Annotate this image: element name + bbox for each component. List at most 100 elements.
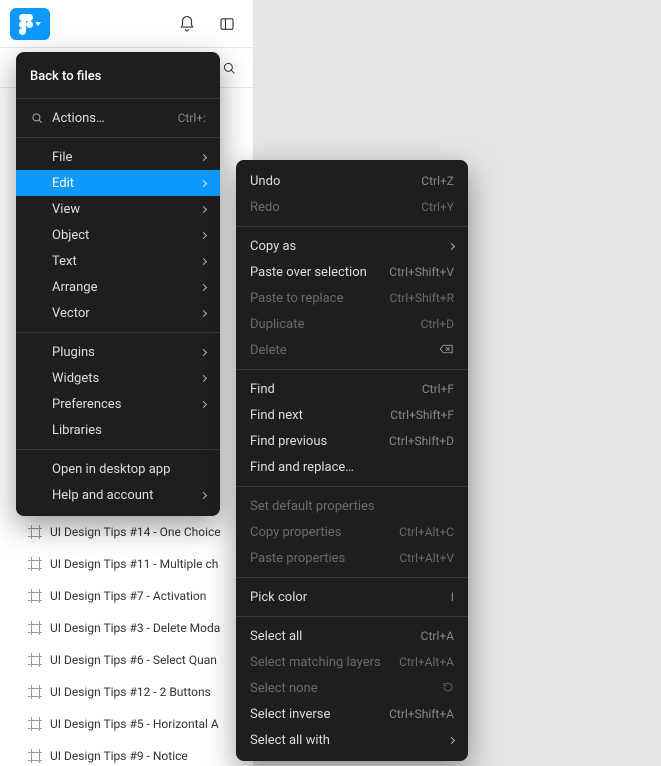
menu-item-label: Select none	[250, 681, 430, 696]
menu-actions[interactable]: Actions… Ctrl+:	[16, 105, 220, 131]
menu-item-label: Actions…	[52, 111, 170, 126]
menu-shortcut: Ctrl+Shift+D	[389, 434, 454, 448]
search-icon	[30, 111, 44, 125]
edit-item-select-inverse[interactable]: Select inverseCtrl+Shift+A	[236, 701, 468, 727]
chevron-right-icon	[200, 205, 207, 212]
menu-item-text[interactable]: Text	[16, 248, 220, 274]
menu-item-label: File	[52, 150, 193, 165]
chevron-right-icon	[448, 736, 455, 743]
menu-shortcut: Ctrl+A	[421, 629, 454, 643]
frame-icon	[28, 557, 42, 571]
layer-row[interactable]: UI Design Tips #3 - Delete Moda	[0, 612, 253, 644]
menu-shortcut: Ctrl+Y	[421, 200, 454, 214]
chevron-right-icon	[200, 374, 207, 381]
menu-item-widgets[interactable]: Widgets	[16, 365, 220, 391]
edit-item-find-previous[interactable]: Find previous Ctrl+Shift+D	[236, 428, 468, 454]
search-icon	[221, 60, 237, 76]
layer-row[interactable]: UI Design Tips #9 - Notice	[0, 740, 253, 766]
layer-row[interactable]: UI Design Tips #7 - Activation	[0, 580, 253, 612]
menu-item-label: Pick color	[250, 590, 443, 605]
menu-shortcut: Ctrl+D	[421, 317, 454, 331]
edit-item-set-default-properties: Set default properties	[236, 493, 468, 519]
menu-item-label: Text	[52, 254, 193, 269]
edit-item-paste-properties: Paste propertiesCtrl+Alt+V	[236, 545, 468, 571]
edit-item-paste-over-selection[interactable]: Paste over selectionCtrl+Shift+V	[236, 259, 468, 285]
layer-name: UI Design Tips #3 - Delete Moda	[50, 621, 220, 635]
menu-shortcut: Ctrl+Alt+A	[399, 655, 454, 669]
menu-item-vector[interactable]: Vector	[16, 300, 220, 326]
edit-item-find-next[interactable]: Find nextCtrl+Shift+F	[236, 402, 468, 428]
edit-submenu: UndoCtrl+Z Redo Ctrl+Y Copy asPaste over se…	[236, 160, 468, 761]
menu-item-label: Select all	[250, 629, 413, 644]
backspace-icon	[438, 343, 454, 358]
menu-item-label: Help and account	[52, 488, 193, 503]
chevron-right-icon	[200, 257, 207, 264]
menu-item-object[interactable]: Object	[16, 222, 220, 248]
menu-shortcut: Ctrl+Shift+R	[390, 291, 454, 305]
menu-item-label: Select matching layers	[250, 655, 391, 670]
menu-shortcut: Ctrl+F	[422, 382, 454, 396]
menu-back-to-files[interactable]: Back to files	[16, 60, 220, 92]
bell-icon	[178, 15, 196, 33]
menu-item-label: Find next	[250, 408, 382, 423]
menu-item-label: Arrange	[52, 280, 193, 295]
chevron-right-icon	[200, 231, 207, 238]
menu-separator	[236, 226, 468, 227]
menu-item-file[interactable]: File	[16, 144, 220, 170]
menu-item-open-in-desktop-app[interactable]: Open in desktop app	[16, 456, 220, 482]
menu-separator	[16, 332, 220, 333]
edit-item-find-and-replace-[interactable]: Find and replace…	[236, 454, 468, 480]
menu-item-preferences[interactable]: Preferences	[16, 391, 220, 417]
menu-item-label: Paste to replace	[250, 291, 382, 306]
menu-shortcut: Ctrl+Shift+V	[389, 265, 454, 279]
chevron-right-icon	[448, 242, 455, 249]
layer-row[interactable]: UI Design Tips #6 - Select Quan	[0, 644, 253, 676]
frame-icon	[28, 621, 42, 635]
menu-separator	[236, 486, 468, 487]
menu-item-label: Libraries	[52, 423, 206, 438]
edit-item-duplicate: DuplicateCtrl+D	[236, 311, 468, 337]
layer-row[interactable]: UI Design Tips #11 - Multiple ch	[0, 548, 253, 580]
edit-item-redo: Redo Ctrl+Y	[236, 194, 468, 220]
layer-row[interactable]: UI Design Tips #12 - 2 Buttons	[0, 676, 253, 708]
layer-row[interactable]: UI Design Tips #5 - Horizontal A	[0, 708, 253, 740]
menu-item-libraries[interactable]: Libraries	[16, 417, 220, 443]
menu-item-arrange[interactable]: Arrange	[16, 274, 220, 300]
frame-icon	[28, 717, 42, 731]
menu-item-label: Find previous	[250, 434, 381, 449]
menu-item-label: Delete	[250, 343, 430, 358]
panel-toggle-button[interactable]	[211, 8, 243, 40]
menu-separator	[236, 616, 468, 617]
menu-separator	[236, 577, 468, 578]
edit-item-select-all[interactable]: Select all Ctrl+A	[236, 623, 468, 649]
menu-item-label: Set default properties	[250, 499, 454, 514]
menu-separator	[16, 137, 220, 138]
layer-row[interactable]: UI Design Tips #14 - One Choice	[0, 516, 253, 548]
menu-item-label: Redo	[250, 200, 413, 215]
frame-icon	[28, 653, 42, 667]
menu-separator	[16, 449, 220, 450]
menu-item-plugins[interactable]: Plugins	[16, 339, 220, 365]
menu-item-label: Select all with	[250, 733, 441, 748]
menu-item-label: Preferences	[52, 397, 193, 412]
menu-shortcut: Ctrl+:	[178, 111, 206, 125]
panel-icon	[218, 15, 236, 33]
menu-item-edit[interactable]: Edit	[16, 170, 220, 196]
menu-item-label: Widgets	[52, 371, 193, 386]
edit-item-pick-color[interactable]: Pick colorI	[236, 584, 468, 610]
menu-shortcut: Ctrl+Alt+C	[399, 525, 454, 539]
menu-item-label: Select inverse	[250, 707, 381, 722]
menu-item-help-and-account[interactable]: Help and account	[16, 482, 220, 508]
top-bar	[0, 0, 253, 48]
notifications-button[interactable]	[171, 8, 203, 40]
edit-item-find[interactable]: FindCtrl+F	[236, 376, 468, 402]
edit-item-copy-as[interactable]: Copy as	[236, 233, 468, 259]
edit-item-select-all-with[interactable]: Select all with	[236, 727, 468, 753]
frame-icon	[28, 589, 42, 603]
revert-icon	[438, 681, 454, 696]
figma-logo-icon	[19, 14, 33, 34]
main-menu-button[interactable]	[10, 8, 50, 40]
edit-item-undo[interactable]: UndoCtrl+Z	[236, 168, 468, 194]
chevron-right-icon	[200, 348, 207, 355]
menu-item-view[interactable]: View	[16, 196, 220, 222]
